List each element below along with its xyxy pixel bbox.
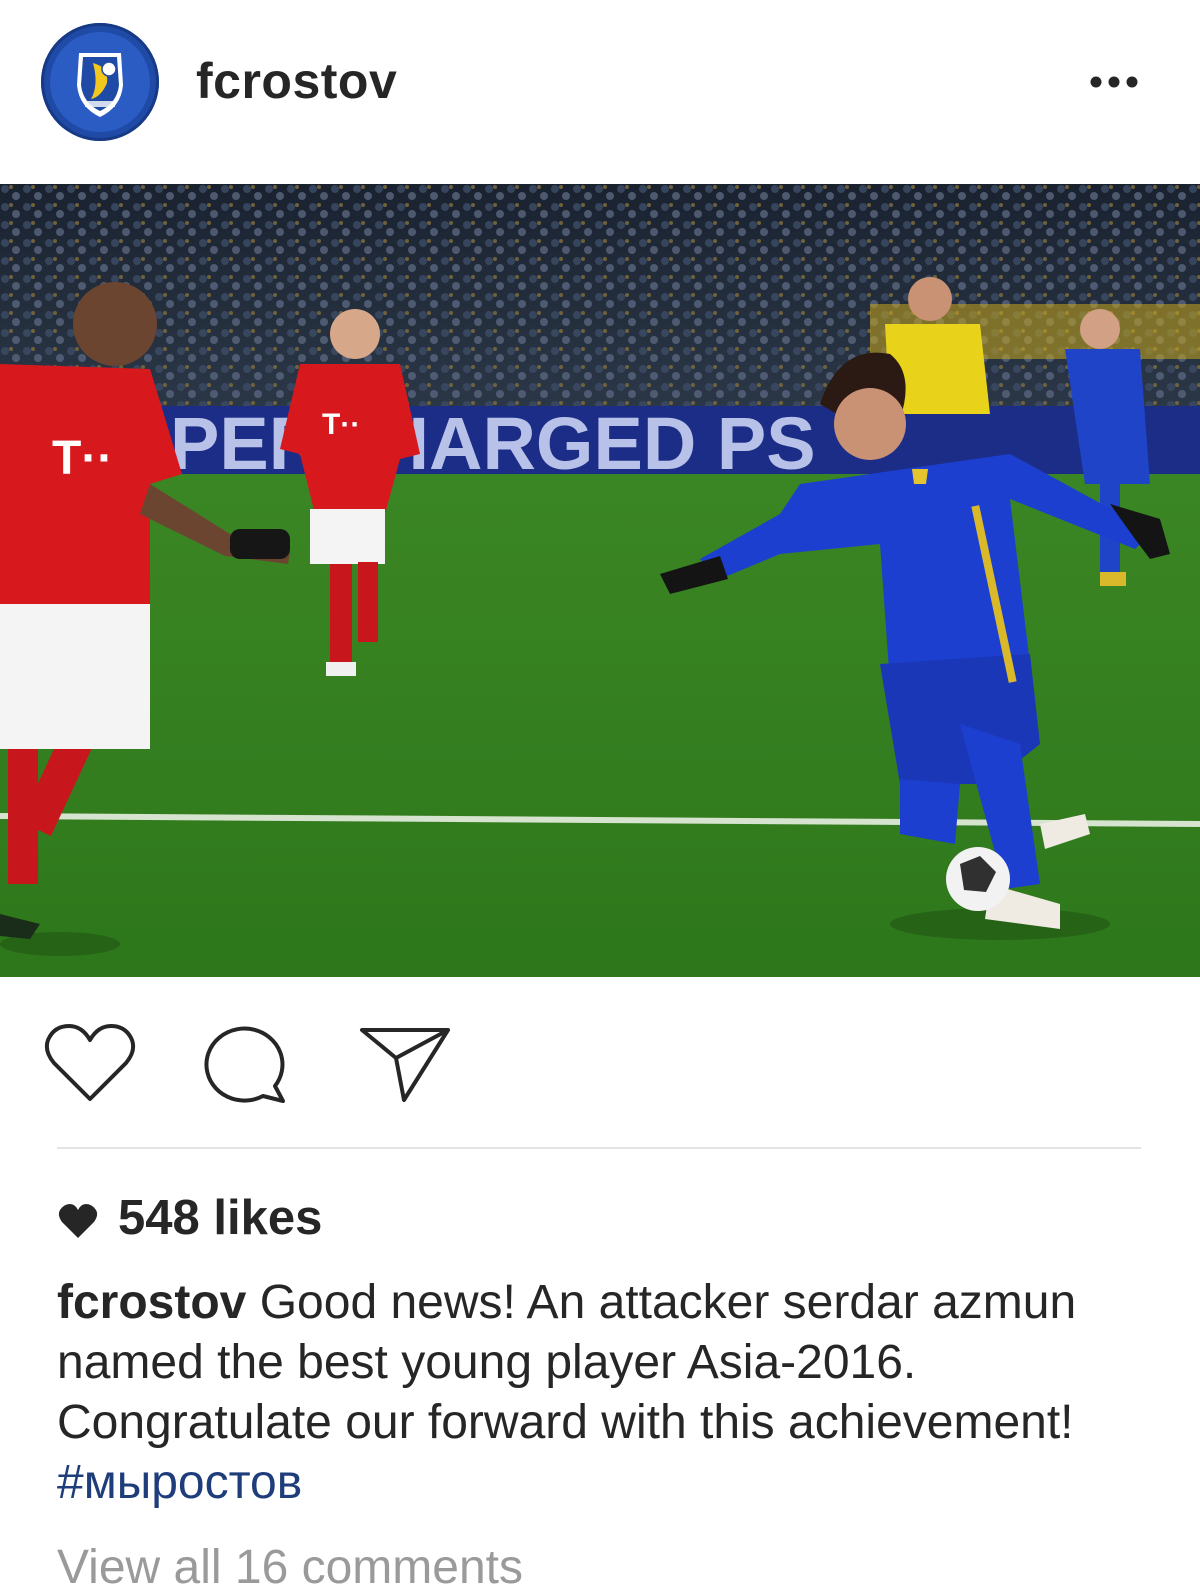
fc-rostov-crest-logo bbox=[44, 26, 156, 138]
likes-count[interactable]: 548 likes bbox=[118, 1190, 322, 1246]
more-options-button[interactable] bbox=[1084, 62, 1148, 102]
hashtag-link[interactable]: #мыростов bbox=[57, 1456, 302, 1509]
caption: fcrostov Good news! An attacker serdar a… bbox=[57, 1273, 1157, 1513]
heart-filled-icon bbox=[58, 1204, 98, 1238]
comment-button[interactable] bbox=[203, 1024, 287, 1104]
action-bar bbox=[0, 977, 1200, 1147]
comment-bubble-icon bbox=[204, 1026, 285, 1103]
caption-username[interactable]: fcrostov bbox=[57, 1276, 246, 1329]
like-button[interactable] bbox=[44, 1023, 136, 1105]
share-button[interactable] bbox=[358, 1024, 452, 1104]
username[interactable]: fcrostov bbox=[196, 52, 397, 110]
football-match-photo: PERCHARGED PS T·· T·· bbox=[0, 184, 1200, 977]
svg-text:T··: T·· bbox=[322, 408, 360, 441]
divider bbox=[57, 1147, 1141, 1149]
post-photo[interactable]: PERCHARGED PS T·· T·· bbox=[0, 184, 1200, 977]
view-all-comments-link[interactable]: View all 16 comments bbox=[57, 1540, 523, 1595]
send-paper-plane-icon bbox=[360, 1028, 450, 1102]
post-header: fcrostov bbox=[0, 0, 1200, 184]
avatar[interactable] bbox=[41, 23, 159, 141]
svg-text:T··: T·· bbox=[52, 432, 113, 485]
banner-text: PERCHARGED PS bbox=[170, 402, 816, 485]
more-options-icon bbox=[1090, 76, 1138, 88]
heart-outline-icon bbox=[44, 1024, 136, 1101]
